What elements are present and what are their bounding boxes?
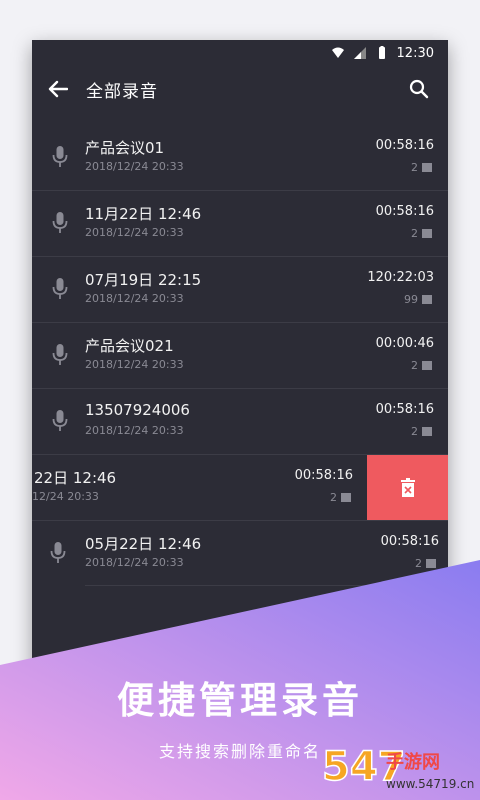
recording-row[interactable]: 05月22日 12:46 2018/12/24 20:33 00:58:16 2 [32, 521, 448, 586]
marker-count: 2 [411, 359, 432, 372]
marker-count-value: 2 [415, 557, 422, 570]
marker-count: 2 [330, 491, 351, 504]
svg-text:www.54719.cn: www.54719.cn [386, 777, 474, 791]
recording-duration: 00:00:46 [375, 336, 434, 351]
recording-name: 产品会议021 [85, 337, 174, 355]
marker-count-value: 2 [411, 227, 418, 240]
recording-date: 2018/12/24 20:33 [85, 556, 184, 569]
marker-count-value: 2 [411, 359, 418, 372]
recording-duration: 00:58:16 [294, 468, 353, 483]
recording-date: 2018/12/24 20:33 [85, 160, 184, 173]
search-icon [409, 79, 429, 99]
recording-list: 产品会议01 2018/12/24 20:33 00:58:16 2 11月22… [32, 125, 448, 586]
status-time: 12:30 [396, 45, 434, 61]
svg-text:手游网: 手游网 [386, 751, 440, 773]
recording-name: 07月19日 22:15 [85, 271, 202, 289]
marker-count-value: 2 [411, 425, 418, 438]
page-title: 全部录音 [86, 81, 158, 102]
marker-count: 2 [411, 425, 432, 438]
flag-icon [341, 493, 351, 502]
recording-date: 2018/12/24 20:33 [85, 292, 184, 305]
recording-row-swiped[interactable]: 22日 12:46 12/24 20:33 00:58:16 2 [32, 455, 448, 521]
recording-duration: 00:58:16 [375, 204, 434, 219]
signal-icon [353, 47, 366, 59]
arrow-left-icon [48, 80, 68, 98]
site-watermark-logo: 547 手游网 www.54719.cn [321, 743, 474, 791]
back-button[interactable] [36, 67, 80, 111]
marker-count-value: 2 [330, 491, 337, 504]
recording-row[interactable]: 11月22日 12:46 2018/12/24 20:33 00:58:16 2 [32, 191, 448, 257]
battery-icon [378, 46, 385, 59]
flag-icon [422, 295, 432, 304]
marker-count: 2 [411, 161, 432, 174]
mic-icon [52, 212, 68, 233]
recording-name: 11月22日 12:46 [85, 205, 202, 223]
recording-name: 22日 12:46 [34, 469, 117, 487]
search-button[interactable] [404, 74, 434, 104]
recording-row[interactable]: 产品会议021 2018/12/24 20:33 00:00:46 2 [32, 323, 448, 389]
status-bar: 12:30 [32, 40, 448, 66]
mic-icon [52, 344, 68, 365]
mic-icon [52, 278, 68, 299]
marker-count: 99 [404, 293, 432, 306]
flag-icon [422, 229, 432, 238]
mic-icon [50, 542, 66, 563]
recording-name: 产品会议01 [85, 139, 165, 157]
delete-button[interactable] [367, 455, 448, 520]
recording-name: 13507924006 [85, 401, 190, 419]
wifi-icon [331, 47, 344, 58]
recording-row[interactable]: 产品会议01 2018/12/24 20:33 00:58:16 2 [32, 125, 448, 191]
marker-count: 2 [411, 227, 432, 240]
marker-count-value: 99 [404, 293, 418, 306]
recording-duration: 00:58:16 [380, 534, 439, 549]
trash-icon [400, 477, 415, 497]
flag-icon [422, 427, 432, 436]
recording-name: 05月22日 12:46 [85, 535, 202, 553]
marker-count-value: 2 [411, 161, 418, 174]
recording-duration: 120:22:03 [367, 270, 434, 285]
flag-icon [422, 163, 432, 172]
recording-date: 12/24 20:33 [32, 490, 99, 503]
recording-row[interactable]: 07月19日 22:15 2018/12/24 20:33 120:22:03 … [32, 257, 448, 323]
recording-date: 2018/12/24 20:33 [85, 226, 184, 239]
recording-duration: 00:58:16 [375, 138, 434, 153]
marker-count: 2 [415, 557, 436, 570]
promo-headline: 便捷管理录音 [117, 679, 363, 722]
mic-icon [52, 146, 68, 167]
phone-screen: 12:30 全部录音 产品会议01 2018/12/24 20:33 00:58… [32, 40, 448, 680]
recording-duration: 00:58:16 [375, 402, 434, 417]
mic-icon [52, 410, 68, 431]
recording-date: 2018/12/24 20:33 [85, 358, 184, 371]
recording-row[interactable]: 13507924006 2018/12/24 20:33 00:58:16 2 [32, 389, 448, 455]
flag-icon [426, 559, 436, 568]
flag-icon [422, 361, 432, 370]
recording-date: 2018/12/24 20:33 [85, 424, 184, 437]
app-bar: 全部录音 [32, 66, 448, 112]
